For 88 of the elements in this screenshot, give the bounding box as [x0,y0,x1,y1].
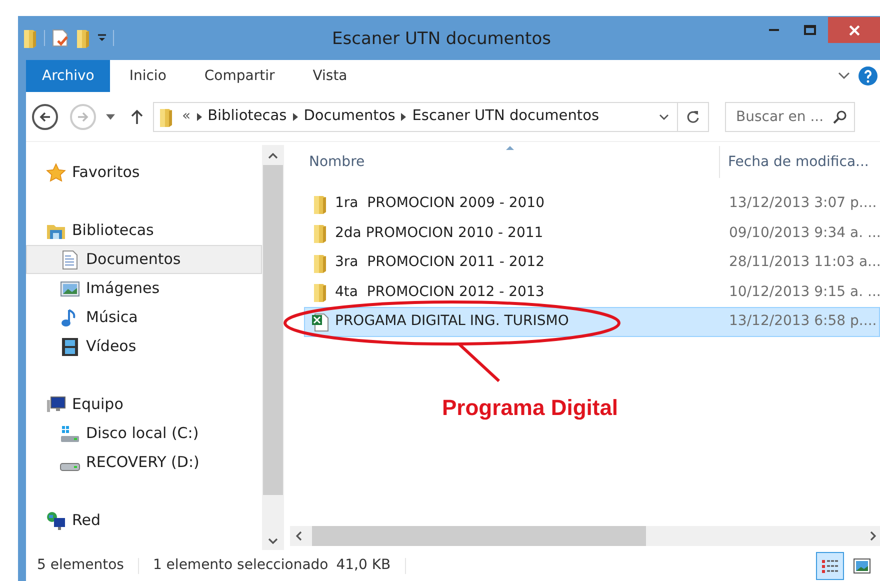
nav-item[interactable]: Imágenes [26,274,262,303]
recent-dropdown-icon[interactable] [106,114,115,120]
back-arrow-icon [39,110,51,122]
file-date: 09/10/2013 9:34 a. ... [729,224,880,243]
item-count: 5 elementos [37,556,124,575]
nav-item[interactable]: Música [26,303,262,332]
folder-icon [312,223,328,244]
overflow-chevrons[interactable]: « [182,106,191,127]
scrollbar-thumb[interactable] [312,526,646,546]
back-button[interactable] [32,104,58,130]
column-header[interactable]: Fecha de modifica... [728,152,869,172]
folder-icon [312,252,328,273]
file-name: 1ra PROMOCION 2009 - 2010 [335,194,546,214]
file-date: 10/12/2013 9:15 a. ... [729,282,880,302]
image-icon [60,278,80,298]
file-date: 13/12/2013 3:07 p.... [729,194,877,214]
file-row[interactable]: 3ra PROMOCION 2011 - 2012 28/11/2013 11:03 a... [304,248,880,278]
search-icon [833,110,847,124]
new-folder-icon [75,28,91,48]
document-icon [60,250,80,270]
help-icon[interactable] [858,66,878,86]
spreadsheet-file-icon [311,312,329,332]
refresh-icon[interactable] [686,110,700,124]
nav-item[interactable]: Disco local (C:) [26,419,262,448]
film-icon [60,336,80,356]
search-field[interactable]: Buscar en ... [725,102,855,132]
ribbon-tab[interactable]: Archivo [26,60,110,92]
chevron-down-icon[interactable] [659,114,669,120]
nav-item[interactable]: Favoritos [26,158,262,187]
close-icon [848,24,860,36]
vertical-scrollbar[interactable] [262,145,284,550]
sort-caret-icon [506,146,514,150]
scrollbar-thumb[interactable] [263,165,283,495]
selection-count: 1 elemento seleccionado [152,556,328,575]
view-button[interactable] [816,552,844,580]
ribbon-tab[interactable]: Compartir [188,60,291,92]
nav-item[interactable]: Documentos [26,245,262,274]
address-bar[interactable]: « Bibliotecas Documentos Escaner UTN documentos [153,102,709,132]
breadcrumb-arrow-icon[interactable] [292,112,298,120]
nav-item[interactable]: Bibliotecas [26,216,262,245]
close-button[interactable] [828,17,880,43]
nav-item[interactable]: RECOVERY (D:) [26,448,262,477]
scroll-up-icon[interactable] [268,153,278,159]
file-row[interactable]: PROGAMA DIGITAL ING. TURISMO 13/12/2013 6:58 p.... [304,307,880,336]
folder-icon [312,194,328,214]
file-name: PROGAMA DIGITAL ING. TURISMO [335,312,570,332]
ribbon-tab[interactable]: Vista [296,60,364,92]
file-row[interactable]: 4ta PROMOCION 2012 - 2013 10/12/2013 9:15 a. ... [304,278,880,307]
nav-item[interactable]: Red [26,506,262,535]
properties-icon[interactable] [51,28,69,48]
scroll-right-icon[interactable] [870,531,876,541]
chevron-down-icon[interactable] [838,72,850,80]
breadcrumb-arrow-icon[interactable] [196,112,202,120]
selection-size: 41,0 KB [336,556,391,575]
column-header[interactable]: Nombre [309,152,365,172]
thumbnails-view-icon [853,558,871,574]
leader-line [458,343,500,383]
file-name: 2da PROMOCION 2010 - 2011 [335,224,544,243]
scroll-left-icon[interactable] [296,531,302,541]
file-row[interactable]: 2da PROMOCION 2010 - 2011 09/10/2013 9:34 a. ... [304,218,880,248]
ribbon-tab[interactable]: Inicio [113,60,182,92]
breadcrumb[interactable]: Escaner UTN documentos [412,106,600,128]
up-arrow-icon[interactable] [131,108,143,124]
file-date: 28/11/2013 11:03 a... [729,253,880,272]
file-name: 3ra PROMOCION 2011 - 2012 [335,253,546,272]
star-icon [46,162,66,182]
scroll-down-icon[interactable] [268,538,278,544]
file-date: 13/12/2013 6:58 p.... [729,312,877,332]
computer-icon [46,394,66,414]
nav-item[interactable]: Equipo [26,390,262,419]
folder-icon [158,106,174,126]
network-icon [46,510,66,530]
system-drive-icon [60,424,80,444]
horizontal-scrollbar[interactable] [290,526,880,546]
file-row[interactable]: 1ra PROMOCION 2009 - 2010 13/12/2013 3:07 p.... [304,189,880,218]
annotation-label: Programa Digital [442,394,618,422]
drive-icon [60,462,80,470]
dropdown-icon[interactable] [97,33,107,43]
breadcrumb[interactable]: Documentos [304,106,396,128]
nav-item[interactable]: Vídeos [26,332,262,361]
breadcrumb[interactable]: Bibliotecas [208,106,287,128]
forward-arrow-icon [77,110,89,122]
folder-icon [312,282,328,302]
file-name: 4ta PROMOCION 2012 - 2013 [335,282,546,302]
breadcrumb-arrow-icon[interactable] [401,112,406,120]
folder-icon [22,28,38,48]
window-title: Escaner UTN documentos [332,28,551,51]
details-view-icon [821,558,839,574]
